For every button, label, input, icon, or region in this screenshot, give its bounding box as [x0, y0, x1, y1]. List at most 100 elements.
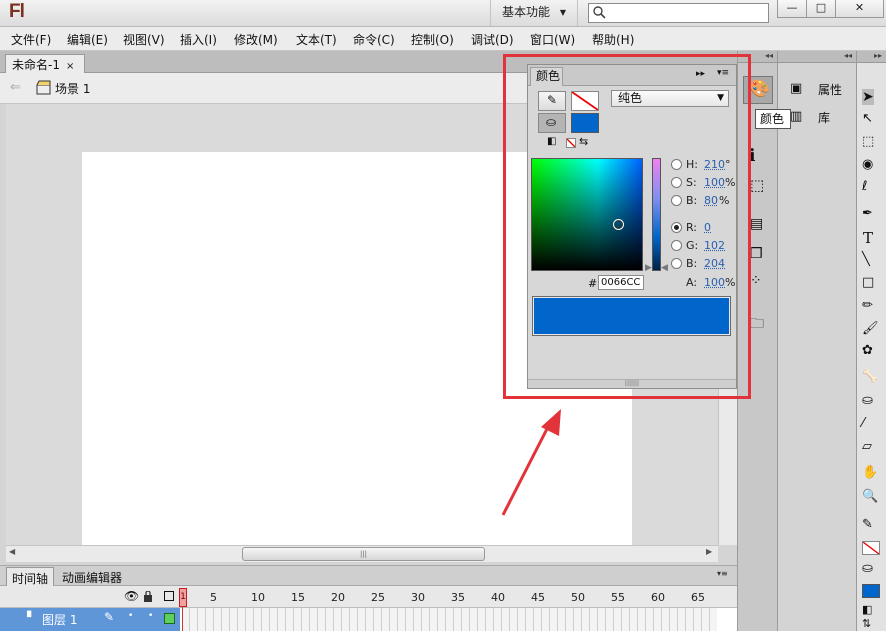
frame-number: 35: [451, 591, 465, 604]
free-transform-tool-icon[interactable]: ⬚: [862, 134, 874, 149]
menu-text[interactable]: 文本(T): [296, 31, 337, 48]
lock-icon[interactable]: [143, 591, 153, 602]
menu-edit[interactable]: 编辑(E): [67, 31, 108, 48]
default-colors-icon[interactable]: ◧: [862, 603, 872, 616]
layer-row[interactable]: ▘ 图层 1 ✎ • •: [0, 608, 737, 631]
frame-number: 65: [691, 591, 705, 604]
annotation-arrow: [501, 409, 561, 516]
frame-number: 25: [371, 591, 385, 604]
outline-icon[interactable]: [164, 591, 174, 601]
lock-dot[interactable]: •: [148, 611, 153, 621]
workspace-switcher[interactable]: 基本功能 ▼: [490, 0, 578, 26]
pencil-tool-icon[interactable]: ✏: [862, 298, 873, 313]
paint-bucket-tool-icon[interactable]: ⛀: [862, 393, 873, 408]
close-window-button[interactable]: ✕: [835, 0, 884, 18]
dock-collapse-icon[interactable]: ▸▸: [857, 51, 886, 63]
menu-bar: 文件(F) 编辑(E) 视图(V) 插入(I) 修改(M) 文本(T) 命令(C…: [0, 27, 886, 51]
scene-label[interactable]: 场景 1: [55, 80, 90, 97]
menu-window[interactable]: 窗口(W): [530, 31, 575, 48]
pen-tool-icon[interactable]: ✒: [862, 206, 873, 221]
scroll-left-icon[interactable]: ◀: [9, 547, 15, 556]
swap-colors-icon[interactable]: ⇅: [862, 617, 871, 630]
frame-number: 20: [331, 591, 345, 604]
dock-collapse-icon[interactable]: ◂◂: [778, 51, 856, 63]
motion-presets-icon[interactable]: ⁘: [750, 273, 762, 289]
fill-color-swatch[interactable]: [862, 584, 880, 598]
help-search-input[interactable]: [588, 3, 769, 23]
menu-modify[interactable]: 修改(M): [234, 31, 278, 48]
horizontal-scroll-thumb[interactable]: |||: [242, 547, 485, 561]
menu-file[interactable]: 文件(F): [11, 31, 51, 48]
3d-rotation-tool-icon[interactable]: ◉: [862, 157, 873, 172]
scene-clapper-icon: [36, 80, 51, 95]
layer-name[interactable]: 图层 1: [42, 611, 77, 628]
frame-number: 5: [210, 591, 217, 604]
menu-help[interactable]: 帮助(H): [592, 31, 634, 48]
highlight-box: [503, 54, 751, 399]
frame-number: 15: [291, 591, 305, 604]
tools-panel: ▸▸ ➤ ↖ ⬚ ◉ ℓ ✒ T ╲ □ ✏ 🖌 ✿ 🦴 ⛀ ⁄ ▱ ✋ 🔍 ✎…: [857, 51, 886, 631]
menu-commands[interactable]: 命令(C): [353, 31, 395, 48]
layer-outline-color[interactable]: [164, 613, 175, 624]
palette-icon: 🎨: [749, 79, 771, 99]
menu-control[interactable]: 控制(O): [411, 31, 454, 48]
maximize-button[interactable]: □: [806, 0, 836, 18]
menu-insert[interactable]: 插入(I): [180, 31, 217, 48]
timeline-tab-bar: 时间轴 动画编辑器 ▾≡: [0, 565, 737, 586]
eraser-tool-icon[interactable]: ▱: [862, 439, 872, 454]
transform-icon[interactable]: ⬚: [750, 176, 764, 194]
horizontal-scrollbar[interactable]: ◀ ||| ▶: [6, 545, 718, 562]
library-tab[interactable]: 库: [818, 109, 830, 126]
zoom-tool-icon[interactable]: 🔍: [862, 489, 878, 504]
components-icon[interactable]: ❒: [750, 246, 763, 262]
rectangle-tool-icon[interactable]: □: [862, 275, 874, 290]
frame-number: 60: [651, 591, 665, 604]
properties-dock: ◂◂ ▣ 属性 ▥ 库: [778, 51, 857, 631]
frame-number: 50: [571, 591, 585, 604]
scroll-right-icon[interactable]: ▶: [706, 547, 712, 556]
timeline-header: 👁 5 10 15 20 25 30 35 40 45 50 55 60 65: [0, 586, 737, 608]
selection-tool-icon[interactable]: ➤: [862, 89, 874, 105]
eye-icon[interactable]: 👁: [124, 589, 139, 603]
menu-view[interactable]: 视图(V): [123, 31, 165, 48]
subselection-tool-icon[interactable]: ↖: [862, 111, 873, 126]
visibility-dot[interactable]: •: [128, 611, 133, 621]
menu-debug[interactable]: 调试(D): [471, 31, 514, 48]
title-bar: Fl 基本功能 ▼ — □ ✕: [0, 0, 886, 27]
playhead[interactable]: 1: [179, 588, 187, 607]
search-icon: [593, 6, 606, 19]
properties-icon: ▣: [790, 81, 803, 96]
frame-number: 45: [531, 591, 545, 604]
tooltip: 颜色: [755, 109, 791, 129]
bone-tool-icon[interactable]: 🦴: [862, 369, 878, 384]
text-tool-icon[interactable]: T: [863, 229, 873, 247]
app-logo: Fl: [9, 1, 25, 22]
lasso-tool-icon[interactable]: ℓ: [862, 179, 867, 194]
pencil-icon: ✎: [104, 610, 115, 624]
fill-bucket-icon[interactable]: ⛀: [862, 561, 873, 576]
brush-tool-icon[interactable]: 🖌: [862, 321, 879, 336]
library-icon: ▥: [790, 109, 803, 124]
properties-tab[interactable]: 属性: [818, 81, 842, 98]
stroke-color-pencil-icon[interactable]: ✎: [862, 517, 873, 532]
align-icon[interactable]: ▤: [750, 216, 763, 232]
minimize-button[interactable]: —: [777, 0, 807, 18]
eyedropper-tool-icon[interactable]: ⁄: [862, 416, 864, 431]
frame-number: 40: [491, 591, 505, 604]
stroke-color-swatch[interactable]: [862, 541, 880, 555]
frame-number: 10: [251, 591, 265, 604]
line-tool-icon[interactable]: ╲: [862, 252, 870, 267]
tab-timeline[interactable]: 时间轴: [6, 567, 55, 586]
deco-tool-icon[interactable]: ✿: [862, 343, 873, 358]
frame-number: 30: [411, 591, 425, 604]
panel-menu-icon[interactable]: ▾≡: [717, 569, 728, 578]
back-arrow-icon[interactable]: ⇐: [10, 80, 21, 95]
layer-cell[interactable]: ▘ 图层 1 ✎ • •: [0, 608, 180, 631]
workspace-label: 基本功能: [502, 5, 551, 19]
close-tab-icon[interactable]: ×: [66, 61, 74, 72]
frame-grid[interactable]: [182, 608, 717, 631]
tab-motion-editor[interactable]: 动画编辑器: [57, 567, 127, 586]
document-tab[interactable]: 未命名-1 ×: [5, 54, 85, 73]
hand-tool-icon[interactable]: ✋: [862, 465, 878, 480]
project-icon[interactable]: 🗀: [750, 313, 764, 337]
